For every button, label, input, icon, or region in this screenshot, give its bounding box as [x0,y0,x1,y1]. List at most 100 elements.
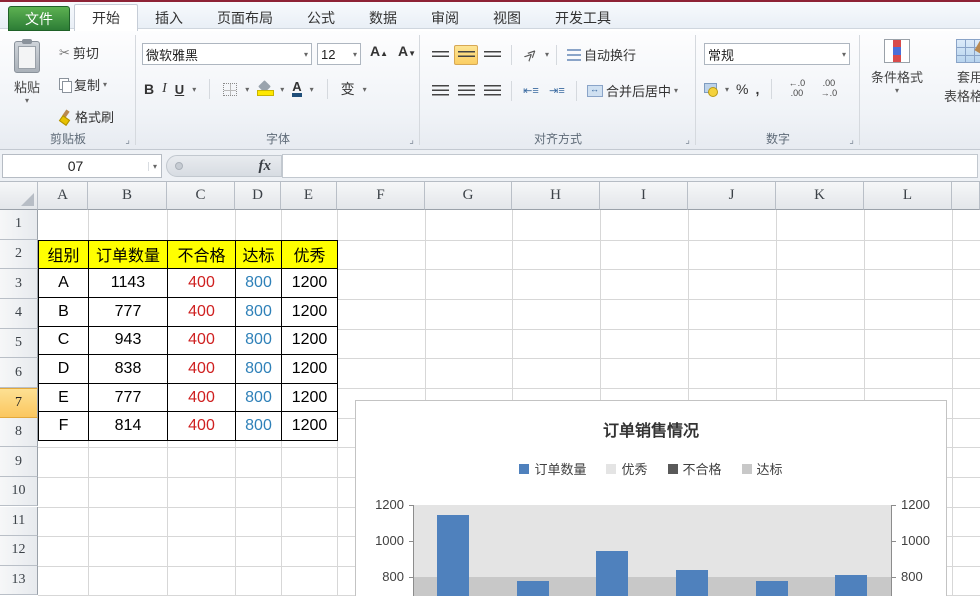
accounting-dropdown-icon[interactable]: ▾ [725,85,729,94]
paste-button[interactable]: 粘贴 ▾ [6,39,48,129]
tab-插入[interactable]: 插入 [138,4,200,31]
format-painter-button[interactable]: 格式刷 [56,105,117,128]
row-header-13[interactable]: 13 [0,565,38,596]
increase-decimal-button[interactable]: ←.0 .00 [784,78,809,99]
row-header-9[interactable]: 9 [0,447,38,477]
shrink-font-button[interactable]: A▼ [398,43,416,59]
table-cell[interactable]: 800 [236,297,282,327]
row-header-3[interactable]: 3 [0,269,38,299]
fill-color-button[interactable] [257,82,275,96]
table-cell[interactable]: C [39,326,89,356]
row-header-12[interactable]: 12 [0,536,38,566]
column-header-J[interactable]: J [688,182,776,210]
font-color-button[interactable]: A [292,80,302,97]
table-cell[interactable]: 400 [168,355,236,384]
table-cell[interactable]: B [39,297,89,327]
column-header-partial[interactable] [952,182,980,210]
formula-input[interactable] [282,154,978,178]
table-cell[interactable]: 400 [168,412,236,442]
table-cell[interactable]: 838 [89,355,168,384]
bar-B[interactable] [516,581,549,596]
name-box-dropdown-icon[interactable]: ▾ [147,161,161,171]
select-all-corner[interactable] [0,182,38,210]
wrap-text-button[interactable]: 自动换行 [564,43,639,66]
table-cell[interactable]: 1200 [282,355,338,384]
table-cell[interactable]: 400 [168,326,236,356]
tab-公式[interactable]: 公式 [290,4,352,31]
table-header-cell[interactable]: 订单数量 [89,240,168,270]
chart[interactable]: 订单销售情况 订单数量 优秀 不合格 达标 1200 1200 1000 1000 800 80… [355,400,947,596]
font-name-combo[interactable]: 微软雅黑 ▾ [142,43,312,65]
column-header-E[interactable]: E [281,182,337,210]
phonetic-guide-button[interactable]: 变 [341,79,355,99]
table-cell[interactable]: 1200 [282,297,338,327]
bar-F[interactable] [835,574,868,596]
legend-item[interactable]: 达标 [741,459,783,478]
row-header-7[interactable]: 7 [0,387,38,418]
bar-A[interactable] [436,515,469,596]
table-cell[interactable]: 777 [89,383,168,413]
table-cell[interactable]: 1143 [89,269,168,298]
table-cell[interactable]: 1200 [282,326,338,356]
legend-item[interactable]: 优秀 [606,459,648,478]
bar-E[interactable] [755,581,788,596]
table-cell[interactable]: 943 [89,326,168,356]
column-header-K[interactable]: K [776,182,864,210]
column-header-C[interactable]: C [167,182,235,210]
worksheet[interactable]: ABCDEFGHIJKL 1 2 3 4 5 6 7 8 9 10 11 12 13 组别 订单数量 不合格… [0,182,980,596]
table-cell[interactable]: 800 [236,355,282,384]
align-top-button[interactable] [428,45,452,65]
align-bottom-button[interactable] [480,45,504,65]
tab-页面布局[interactable]: 页面布局 [200,4,290,31]
tab-审阅[interactable]: 审阅 [414,4,476,31]
table-cell[interactable]: 777 [89,297,168,327]
align-left-button[interactable] [428,81,452,101]
merge-center-button[interactable]: 合并后居中 ▾ [584,79,681,102]
cut-button[interactable]: ✂ 剪切 [56,41,117,64]
row-header-11[interactable]: 11 [0,506,38,537]
dialog-launcher-icon[interactable]: ⌟ [849,135,854,146]
table-cell[interactable]: 400 [168,297,236,327]
name-box[interactable]: 07 ▾ [2,154,162,178]
column-header-F[interactable]: F [337,182,425,210]
align-right-button[interactable] [480,81,504,101]
row-header-6[interactable]: 6 [0,358,38,388]
format-as-table-button[interactable]: 套用 表格格式 [940,39,980,105]
orientation-button[interactable]: ≫ [519,44,543,65]
copy-button[interactable]: 复制 ▾ [56,73,117,96]
percent-style-button[interactable]: % [736,81,748,97]
row-header-4[interactable]: 4 [0,298,38,329]
row-header-8[interactable]: 8 [0,417,38,448]
table-cell[interactable]: 400 [168,383,236,413]
table-cell[interactable]: 1200 [282,412,338,442]
table-cell[interactable]: F [39,412,89,442]
borders-button[interactable] [223,82,238,96]
tab-开始[interactable]: 开始 [74,4,138,31]
table-cell[interactable]: E [39,383,89,413]
table-cell[interactable]: 1200 [282,269,338,298]
font-color-dropdown-icon[interactable]: ▾ [310,85,314,94]
number-format-combo[interactable]: 常规 ▾ [704,43,850,65]
column-header-I[interactable]: I [600,182,688,210]
column-header-A[interactable]: A [38,182,88,210]
tab-数据[interactable]: 数据 [352,4,414,31]
bar-D[interactable] [675,570,708,596]
dialog-launcher-icon[interactable]: ⌟ [125,135,130,146]
data-table[interactable]: 组别 订单数量 不合格 达标 优秀 A 1143 400 800 1200 B 777 400 800 12… [38,239,338,442]
insert-function-button[interactable]: fx [259,158,272,175]
comma-style-button[interactable]: , [755,81,759,97]
decrease-decimal-button[interactable]: .00 →.0 [816,78,841,99]
align-center-button[interactable] [454,81,478,101]
bar-C[interactable] [596,551,629,596]
table-cell[interactable]: D [39,355,89,384]
table-cell[interactable]: 400 [168,269,236,298]
table-header-cell[interactable]: 不合格 [168,240,236,270]
table-cell[interactable]: 800 [236,412,282,442]
column-header-L[interactable]: L [864,182,952,210]
underline-dropdown-icon[interactable]: ▾ [192,85,196,94]
table-cell[interactable]: 800 [236,326,282,356]
conditional-formatting-button[interactable]: 条件格式 ▾ [862,39,932,95]
column-header-D[interactable]: D [235,182,281,210]
fill-dropdown-icon[interactable]: ▾ [280,85,284,94]
legend-item[interactable]: 不合格 [667,459,722,478]
